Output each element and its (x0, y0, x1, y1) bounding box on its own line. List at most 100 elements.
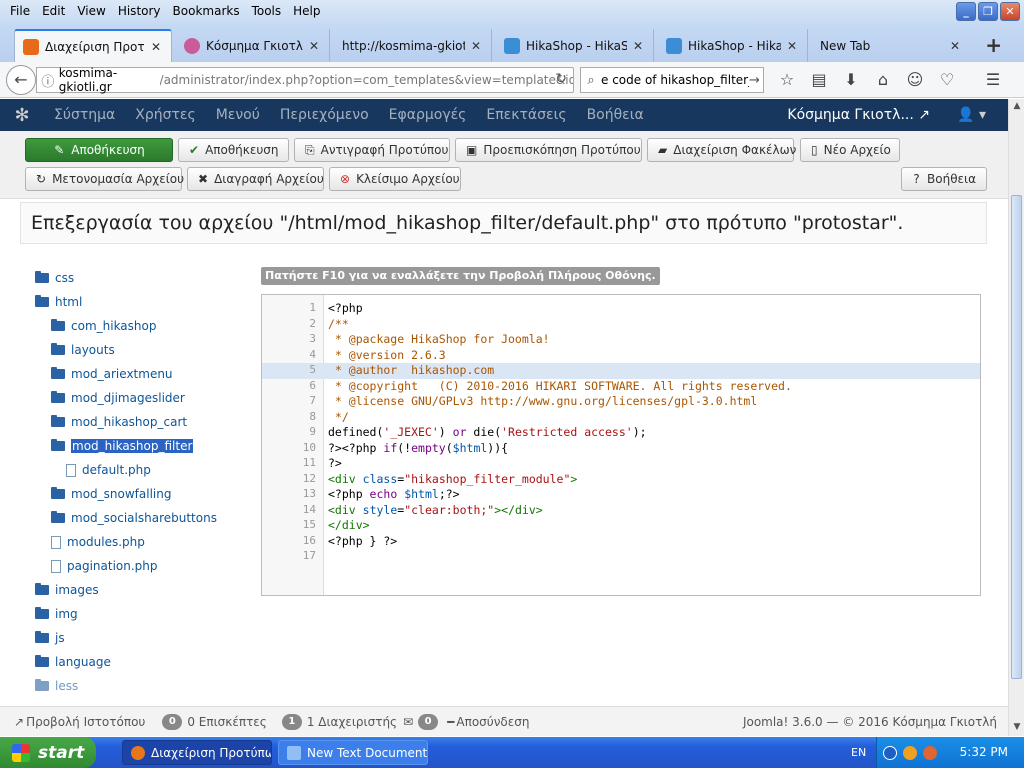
folder-icon (51, 391, 65, 403)
tree-folder-js[interactable]: js (35, 631, 65, 645)
tree-folder-less[interactable]: less (35, 679, 78, 693)
hamburger-menu-icon[interactable]: ☰ (982, 70, 1004, 90)
restore-button[interactable]: ❐ (978, 2, 998, 21)
tree-file-pagination-php[interactable]: pagination.php (51, 559, 158, 573)
tray-arrow-icon[interactable] (883, 745, 897, 760)
tree-folder-mod-socialsharebuttons[interactable]: mod_socialsharebuttons (51, 511, 217, 525)
scroll-down-icon[interactable]: ▼ (1011, 722, 1023, 734)
language-indicator[interactable]: EN (851, 746, 866, 759)
nav-menus[interactable]: Μενού (206, 107, 270, 123)
tab-hikashop-1[interactable]: HikaShop - HikaSho... ✕ (496, 29, 654, 62)
pocket-icon[interactable]: ♡ (936, 70, 958, 90)
tab-label: Κόσμημα Γκιοτλή - ... (206, 38, 303, 53)
tab-kosmima[interactable]: Κόσμημα Γκιοτλή - ... ✕ (176, 29, 330, 62)
tray-security-icon[interactable] (923, 745, 937, 760)
tab-close-icon[interactable]: ✕ (633, 39, 643, 53)
tree-folder-mod-ariextmenu[interactable]: mod_ariextmenu (51, 367, 173, 381)
site-info-icon[interactable]: ⓘ (37, 71, 59, 90)
notepad-icon (287, 745, 301, 760)
file-icon (51, 535, 61, 549)
admins-indicator[interactable]: 1 1 Διαχειριστής (279, 713, 397, 730)
tab-close-icon[interactable]: ✕ (471, 39, 481, 53)
tree-folder-com-hikashop[interactable]: com_hikashop (51, 319, 156, 333)
reload-icon[interactable]: ↻ (555, 71, 567, 87)
menu-view[interactable]: View (71, 4, 111, 18)
tree-file-modules-php[interactable]: modules.php (51, 535, 145, 549)
code-token: style (362, 502, 398, 517)
menu-file[interactable]: File (4, 4, 36, 18)
scroll-up-icon[interactable]: ▲ (1011, 101, 1023, 113)
tree-folder-layouts[interactable]: layouts (51, 343, 115, 357)
tree-folder-css[interactable]: css (35, 271, 74, 285)
tree-folder-language[interactable]: language (35, 655, 111, 669)
menu-edit[interactable]: Edit (36, 4, 71, 18)
tab-close-icon[interactable]: ✕ (151, 40, 161, 54)
nav-users[interactable]: Χρήστες (125, 107, 205, 123)
tree-folder-mod-hikashop-filter[interactable]: mod_hikashop_filter (51, 438, 195, 454)
nav-system[interactable]: Σύστημα (44, 107, 125, 123)
site-name-link[interactable]: Κόσμημα Γκιοτλ... ↗ (787, 107, 930, 123)
tab-close-icon[interactable]: ✕ (309, 39, 319, 53)
tab-kosmima-url[interactable]: http://kosmima-gkiotli.g... ✕ (334, 29, 492, 62)
rename-file-button[interactable]: ↻ Μετονομασία Αρχείου (25, 167, 184, 191)
tray-app-icon[interactable] (903, 745, 917, 760)
minimize-button[interactable]: _ (956, 2, 976, 21)
home-icon[interactable]: ⌂ (872, 70, 894, 90)
new-file-button[interactable]: ▯ Νέο Αρχείο (800, 138, 900, 162)
download-icon[interactable]: ⬇ (840, 70, 862, 90)
menu-help[interactable]: Help (287, 4, 326, 18)
url-bar[interactable]: ⓘ kosmima-gkiotli.gr /administrator/inde… (36, 66, 574, 94)
logout-link[interactable]: ━ Αποσύνδεση (447, 715, 529, 729)
tree-folder-images[interactable]: images (35, 583, 99, 597)
preview-template-button[interactable]: ▣ Προεπισκόπηση Προτύπου (455, 138, 642, 162)
close-file-button[interactable]: ⊗ Κλείσιμο Αρχείου (329, 167, 461, 191)
nav-components[interactable]: Εφαρμογές (379, 107, 477, 123)
manage-folders-button[interactable]: ▰ Διαχείριση Φακέλων (647, 138, 796, 162)
joomla-logo-icon[interactable]: ✻ (0, 105, 44, 126)
back-button[interactable]: ← (6, 65, 36, 95)
reader-list-icon[interactable]: ▤ (808, 70, 830, 90)
hikashop-favicon-icon (666, 37, 682, 54)
nav-content[interactable]: Περιεχόμενο (270, 107, 379, 123)
tab-close-icon[interactable]: ✕ (787, 39, 797, 53)
bookmark-star-icon[interactable]: ☆ (776, 70, 798, 90)
search-input[interactable]: e code of hikashop_filter_title (601, 73, 749, 87)
scroll-thumb[interactable] (1011, 195, 1022, 679)
search-bar[interactable]: ⌕ e code of hikashop_filter_title → (580, 67, 764, 93)
page-scrollbar[interactable]: ▲ ▼ (1008, 99, 1024, 736)
code-editor[interactable]: 1 <?php 2/** 3 * @package HikaShop for Joom… (261, 294, 981, 596)
visitors-indicator[interactable]: 0 0 Επισκέπτες (159, 713, 267, 730)
messages-indicator[interactable]: ✉ 0 (403, 713, 441, 730)
help-button[interactable]: ? Βοήθεια (901, 167, 987, 191)
menu-bookmarks[interactable]: Bookmarks (167, 4, 246, 18)
menu-tools[interactable]: Tools (246, 4, 288, 18)
tree-folder-img[interactable]: img (35, 607, 78, 621)
tab-templates[interactable]: Διαχείριση Προτύπ... ✕ (14, 29, 172, 62)
tab-hikashop-2[interactable]: HikaShop - HikaSho... ✕ (658, 29, 808, 62)
save-primary-button[interactable]: ✎ Αποθήκευση (25, 138, 173, 162)
delete-file-button[interactable]: ✖ Διαγραφή Αρχείου (187, 167, 324, 191)
user-menu-icon[interactable]: 👤 ▾ (957, 107, 986, 123)
menu-history[interactable]: History (112, 4, 167, 18)
tree-folder-mod-snowfalling[interactable]: mod_snowfalling (51, 487, 171, 501)
nav-help[interactable]: Βοήθεια (577, 107, 654, 123)
tree-folder-mod-djimageslider[interactable]: mod_djimageslider (51, 391, 185, 405)
copy-template-button[interactable]: ⎘ Αντιγραφή Προτύπου (294, 138, 450, 162)
tab-close-icon[interactable]: ✕ (950, 39, 960, 53)
window-close-button[interactable]: ✕ (1000, 2, 1020, 21)
minus-icon: ━ (447, 714, 455, 729)
tree-folder-mod-hikashop-cart[interactable]: mod_hikashop_cart (51, 415, 187, 429)
smiley-icon[interactable]: ☺ (904, 70, 926, 90)
tab-new[interactable]: New Tab ✕ (812, 29, 970, 62)
taskbar-item-notepad[interactable]: New Text Document -... (278, 740, 428, 765)
nav-extensions[interactable]: Επεκτάσεις (476, 107, 576, 123)
taskbar-item-firefox[interactable]: Διαχείριση Προτύπων... (122, 740, 272, 765)
tree-folder-html[interactable]: html (35, 295, 82, 309)
search-go-icon[interactable]: → (749, 73, 760, 88)
save-button[interactable]: ✔ Αποθήκευση (178, 138, 289, 162)
tree-file-default-php[interactable]: default.php (66, 463, 151, 477)
new-tab-plus-icon[interactable]: + (985, 33, 1002, 57)
code-text: */ (328, 410, 349, 424)
start-button[interactable]: start (0, 737, 96, 768)
view-site-link[interactable]: ↗ Προβολή Ιστοτόπου (14, 715, 145, 729)
